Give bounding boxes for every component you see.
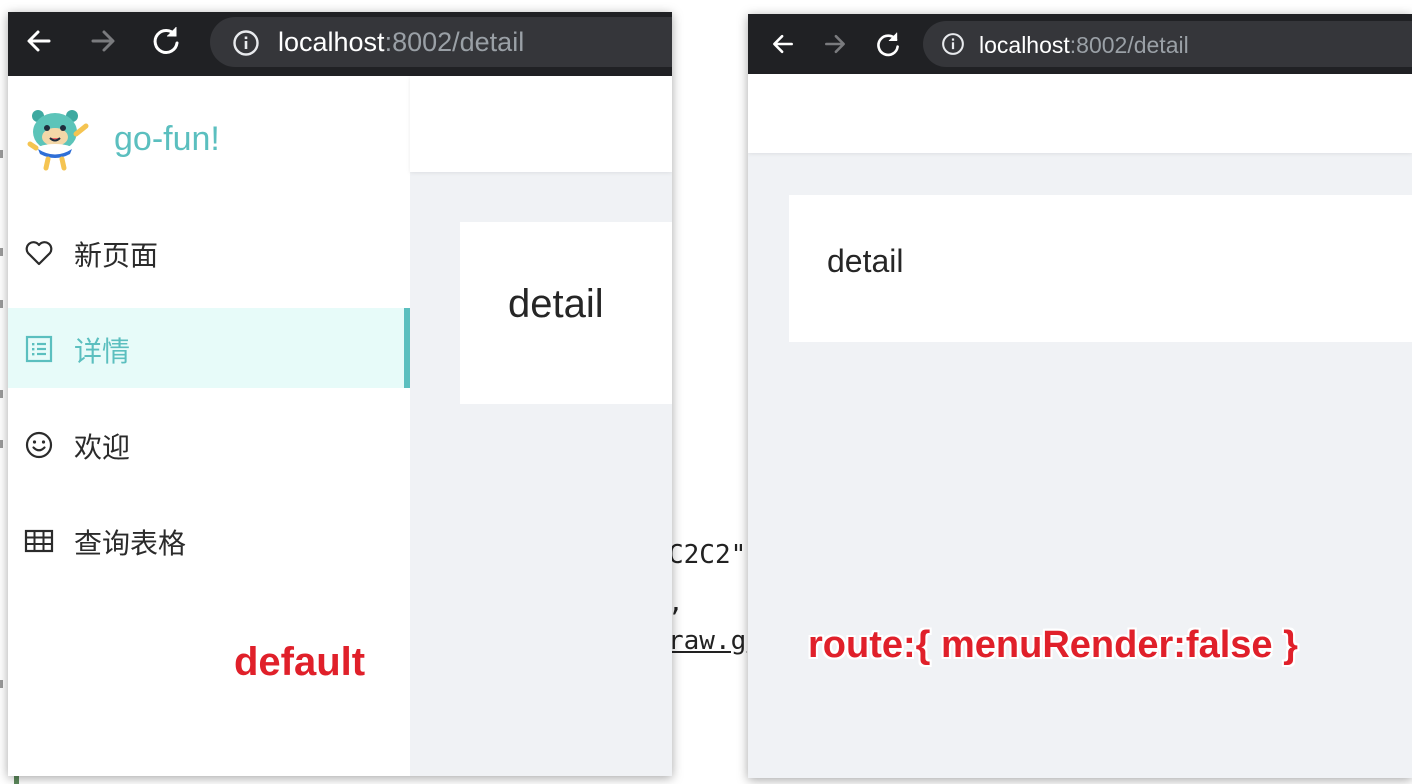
info-icon[interactable] <box>232 29 260 57</box>
url-host: localhost <box>278 27 385 57</box>
heart-icon <box>25 241 53 266</box>
menu-item-query-table[interactable]: 查询表格 <box>8 500 410 580</box>
side-menu: go-fun! 新页面 详情 欢迎 查询表格 default <box>8 76 410 776</box>
browser-window-no-menu: localhost:8002/detail detail route:{ men… <box>748 14 1412 778</box>
card-text: detail <box>508 282 604 326</box>
menu-item-label: 详情 <box>74 336 131 367</box>
background-editor-edge <box>0 0 8 784</box>
back-arrow-icon[interactable] <box>24 26 54 56</box>
browser-toolbar: localhost:8002/detail <box>748 14 1412 74</box>
address-bar[interactable]: localhost:8002/detail <box>210 17 672 67</box>
forward-arrow-icon[interactable] <box>88 26 118 56</box>
menu-item-label: 欢迎 <box>74 432 131 463</box>
app-brand-title: go-fun! <box>114 120 220 158</box>
browser-toolbar: localhost:8002/detail <box>8 12 672 76</box>
forward-arrow-icon[interactable] <box>822 31 848 57</box>
list-detail-icon <box>25 335 53 363</box>
background-editor-marker <box>14 776 19 784</box>
page-header <box>748 74 1412 153</box>
page-header <box>410 76 672 172</box>
menu-item-welcome[interactable]: 欢迎 <box>8 404 410 484</box>
content-card: detail <box>789 195 1412 342</box>
url-path: :8002/detail <box>1069 32 1189 58</box>
menu-item-new-page[interactable]: 新页面 <box>8 212 410 292</box>
table-icon <box>24 529 54 553</box>
browser-window-default: localhost:8002/detail go-fun! 新页面 详情 欢迎 … <box>8 12 672 776</box>
address-bar[interactable]: localhost:8002/detail <box>923 21 1412 67</box>
menu-item-label: 新页面 <box>74 240 159 271</box>
card-text: detail <box>827 243 904 279</box>
reload-icon[interactable] <box>874 30 902 58</box>
background-code-line: C2C2" <box>668 540 747 570</box>
menu-item-detail[interactable]: 详情 <box>8 308 410 388</box>
reload-icon[interactable] <box>150 24 182 56</box>
background-code-line: raw.g <box>668 626 747 656</box>
annotation-default: default <box>234 640 366 684</box>
menu-item-label: 查询表格 <box>74 528 187 559</box>
info-icon[interactable] <box>941 32 965 56</box>
url-host: localhost <box>979 32 1070 58</box>
mascot-logo <box>27 110 89 171</box>
active-indicator <box>404 308 410 388</box>
smile-icon <box>25 431 53 459</box>
back-arrow-icon[interactable] <box>770 31 796 57</box>
annotation-menu-render-false: route:{ menuRender:false } <box>808 624 1298 666</box>
content-card: detail <box>460 222 672 404</box>
url-path: :8002/detail <box>384 27 525 57</box>
